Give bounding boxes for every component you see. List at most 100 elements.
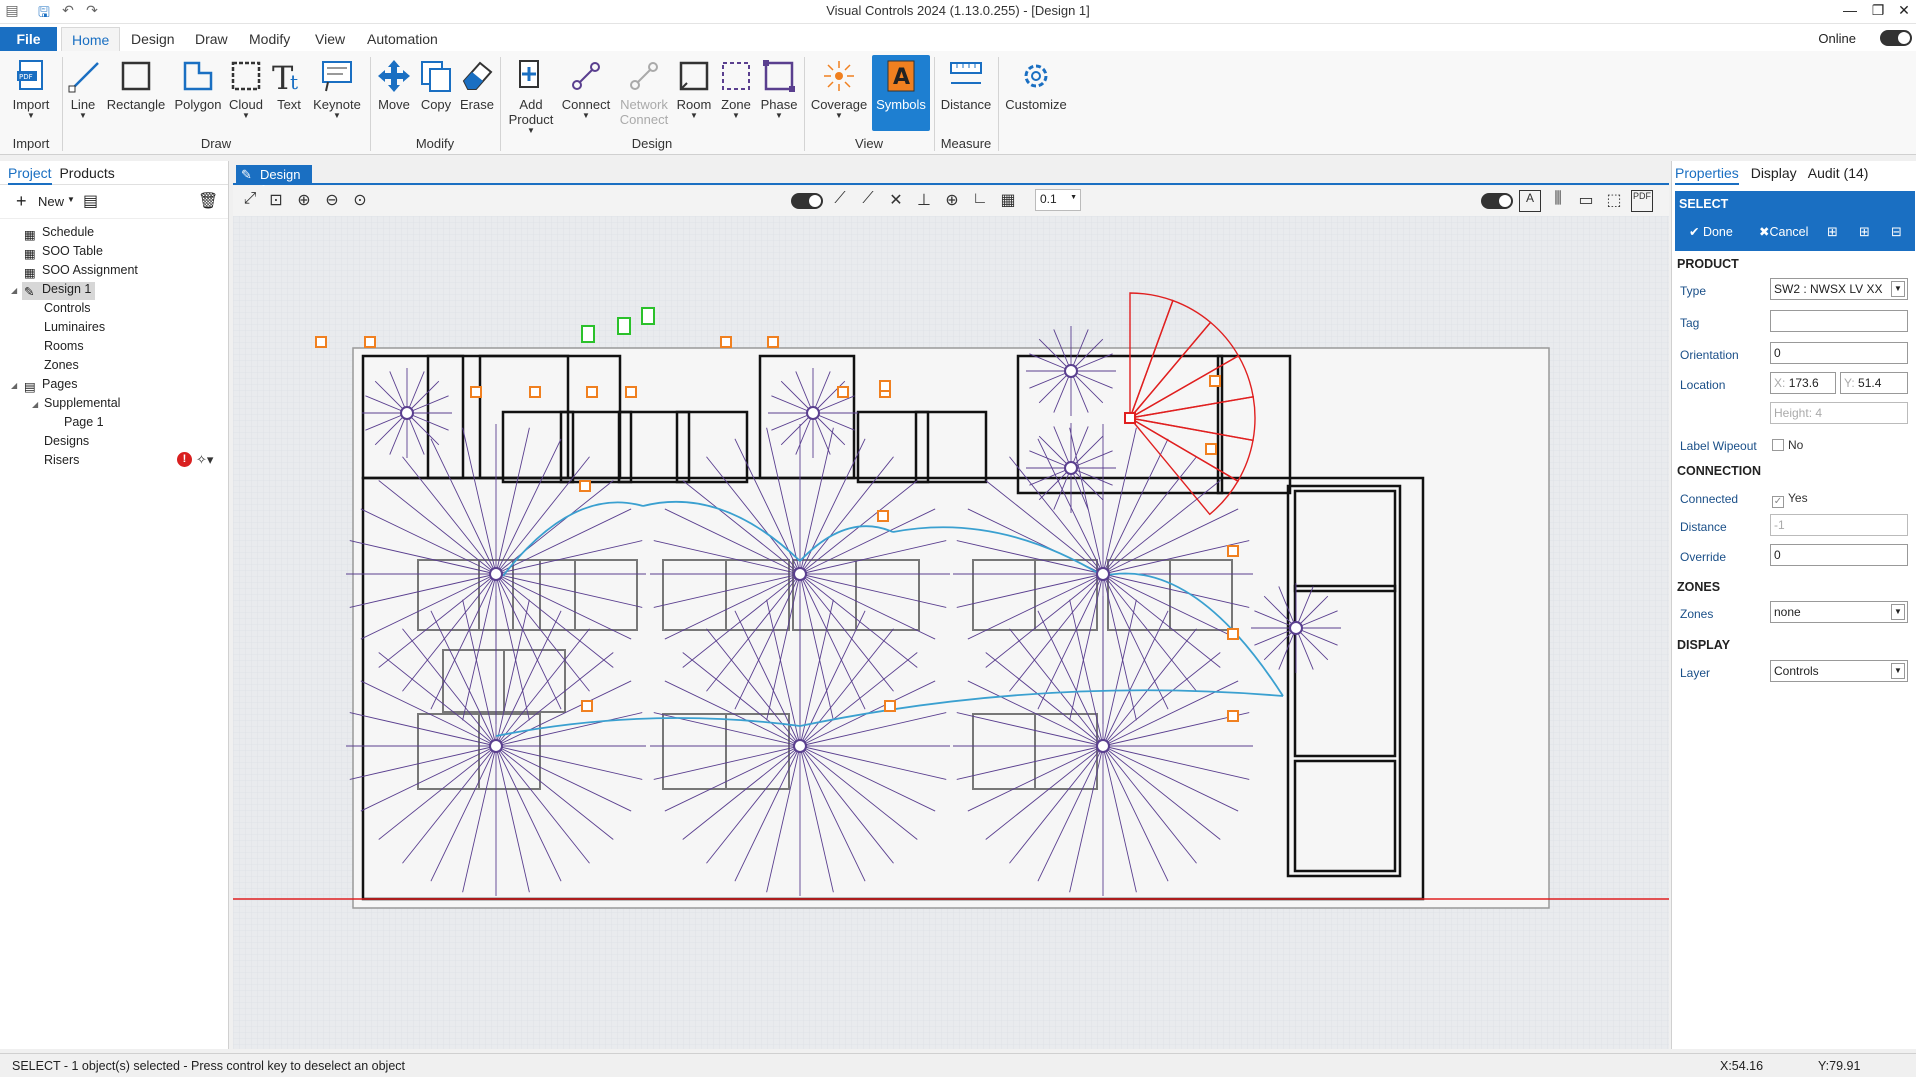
snap-toggle[interactable] [791,193,823,209]
tree-item-design1[interactable]: ✎ Design 1 [22,282,96,300]
zone-button[interactable]: Zone ▼ [716,55,756,131]
new-button[interactable]: New [38,194,64,209]
magic-wand-icon[interactable]: ✧▾ [196,452,213,468]
import-button[interactable]: PDF Import ▼ [6,55,56,131]
network-connect-button[interactable]: Network Connect [616,55,672,131]
snap-intersection-icon[interactable]: ✕ [885,190,907,212]
control-device-symbol [641,307,655,325]
snap-perpendicular-icon[interactable]: ⊥ [913,190,935,212]
snap-endpoint-icon[interactable]: ⟋ [829,190,851,212]
connect-button[interactable]: Connect ▼ [560,55,612,131]
add-selection-icon[interactable]: ⊞ [1859,224,1870,240]
tab-properties[interactable]: Properties [1675,165,1739,185]
cloud-button[interactable]: Cloud ▼ [226,55,266,131]
coverage-button[interactable]: Coverage ▼ [810,55,868,131]
tree-item-rooms[interactable]: Rooms [44,339,84,357]
snap-center-icon[interactable]: ⊕ [941,190,963,212]
distance-button[interactable]: Distance [938,55,994,131]
distance-input[interactable]: -1 [1770,514,1908,536]
add-product-button[interactable]: Add Product ▼ [506,55,556,135]
override-input[interactable]: 0 [1770,544,1908,566]
tree-item-soo-assignment[interactable]: ▦ SOO Assignment [24,263,138,281]
polygon-button[interactable]: Polygon [172,55,224,131]
phase-button[interactable]: Phase ▼ [758,55,800,131]
zoom-extents-icon[interactable]: ⤢ [239,190,261,212]
tree-item-luminaires[interactable]: Luminaires [44,320,105,338]
close-button[interactable]: ✕ [1892,2,1916,22]
trash-icon[interactable]: 🗑 [198,191,218,211]
symbols-button[interactable]: A Symbols [872,55,930,131]
tab-project[interactable]: Project [8,165,52,185]
align-icon[interactable]: ⫼ [1547,190,1569,212]
ortho-icon[interactable]: ∟ [969,190,991,212]
new-dropdown-icon[interactable]: ▼ [67,195,75,204]
location-x-input[interactable]: X: 173.6 [1770,372,1836,394]
snap-midpoint-icon[interactable]: ⟋ [857,190,879,212]
layer-select[interactable]: Controls ▼ [1770,660,1908,682]
plus-icon[interactable]: + [16,191,27,212]
tree-item-schedule[interactable]: ▦ Schedule [24,225,94,243]
collapse-icon[interactable]: ◢ [32,400,38,409]
copy-button[interactable]: Copy [416,55,456,131]
tree-item-pages[interactable]: ▤ Pages [24,377,77,395]
zoom-previous-icon[interactable]: ⊙ [349,190,371,212]
display-toggle[interactable] [1481,193,1513,209]
file-menu[interactable]: File [0,27,57,51]
online-toggle[interactable] [1880,30,1912,46]
label-wipeout-checkbox[interactable]: No [1772,438,1803,452]
text-button[interactable]: Tt Text [270,55,308,131]
tree-item-controls[interactable]: Controls [44,301,91,319]
tab-automation[interactable]: Automation [357,27,448,51]
design-canvas[interactable] [233,216,1669,1049]
move-button[interactable]: Move [374,55,414,131]
tree-item-designs[interactable]: Designs [44,434,89,452]
restore-button[interactable]: ❐ [1866,2,1890,22]
tab-display[interactable]: Display [1751,165,1797,181]
tree-item-zones[interactable]: Zones [44,358,79,376]
connected-checkbox[interactable]: ✓ Yes [1772,491,1808,508]
list-view-icon[interactable]: ▤ [83,191,98,211]
cancel-button[interactable]: ✖Cancel [1759,224,1808,239]
room-button[interactable]: Room ▼ [674,55,714,131]
customize-button[interactable]: Customize [1002,55,1070,131]
select-all-icon[interactable]: ⊞ [1827,224,1838,240]
tree-item-soo-table[interactable]: ▦ SOO Table [24,244,103,262]
tab-home[interactable]: Home [61,27,121,51]
keynote-button[interactable]: Keynote ▼ [310,55,364,131]
symbols-view-icon[interactable]: A [1519,190,1541,212]
tab-audit[interactable]: Audit (14) [1808,165,1869,181]
tab-modify[interactable]: Modify [239,27,300,51]
collapse-icon[interactable]: ◢ [11,381,17,390]
grid-size-select[interactable]: 0.1 ▼ [1035,189,1081,211]
tree-item-supplemental[interactable]: Supplemental [44,396,120,414]
floor-plan-svg[interactable] [233,216,1669,1049]
zoom-window-icon[interactable]: ⊡ [265,190,287,212]
zoom-out-icon[interactable]: ⊖ [321,190,343,212]
zoom-in-icon[interactable]: ⊕ [293,190,315,212]
tab-draw[interactable]: Draw [185,27,238,51]
orientation-input[interactable]: 0 [1770,342,1908,364]
tree-item-risers[interactable]: Risers [44,453,79,471]
minimize-button[interactable]: — [1838,2,1862,22]
erase-button[interactable]: Erase [458,55,496,131]
tab-products[interactable]: Products [59,165,114,181]
height-input[interactable]: Height: 4 [1770,402,1908,424]
page-icon[interactable]: ▭ [1575,190,1597,212]
rectangle-button[interactable]: Rectangle [104,55,168,131]
tab-view[interactable]: View [305,27,355,51]
pdf-export-icon[interactable]: PDF [1631,190,1653,212]
tab-design1[interactable]: ✎ Design 1 [236,165,312,197]
grid-icon[interactable]: ▦ [997,190,1019,212]
error-icon[interactable]: ! [177,452,192,467]
collapse-icon[interactable]: ◢ [11,286,17,295]
done-button[interactable]: ✔ Done [1689,224,1733,239]
zones-select[interactable]: none ▼ [1770,601,1908,623]
remove-selection-icon[interactable]: ⊟ [1891,224,1902,240]
tab-design[interactable]: Design [121,27,185,51]
tree-item-page1[interactable]: Page 1 [64,415,104,433]
line-button[interactable]: Line ▼ [66,55,100,131]
export-icon[interactable]: ⬚ [1603,190,1625,212]
type-select[interactable]: SW2 : NWSX LV XX ▼ [1770,278,1908,300]
location-y-input[interactable]: Y: 51.4 [1840,372,1908,394]
tag-input[interactable] [1770,310,1908,332]
